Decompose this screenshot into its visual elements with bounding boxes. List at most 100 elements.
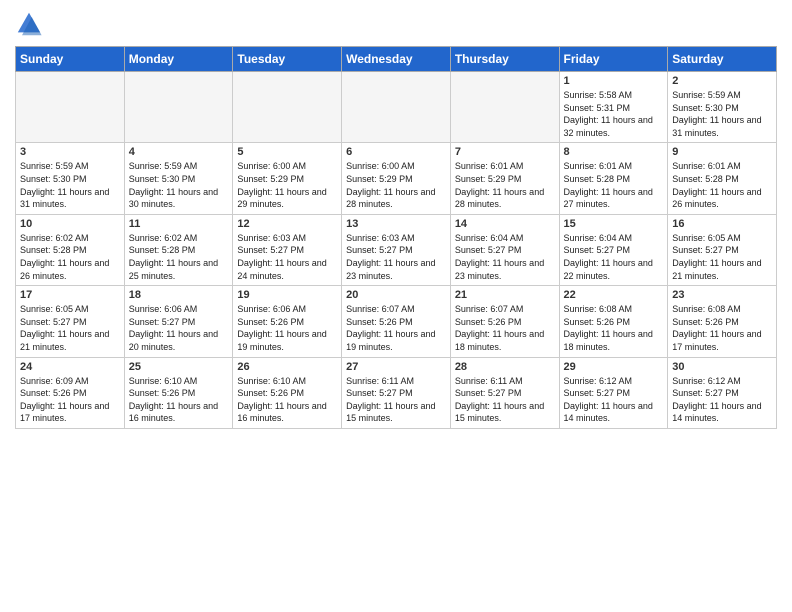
day-number: 22	[564, 289, 664, 301]
day-number: 26	[237, 361, 337, 373]
day-info: Sunrise: 6:06 AM Sunset: 5:26 PM Dayligh…	[237, 303, 337, 353]
day-info: Sunrise: 5:59 AM Sunset: 5:30 PM Dayligh…	[129, 160, 229, 210]
weekday-header-monday: Monday	[124, 47, 233, 72]
calendar-cell: 16 Sunrise: 6:05 AM Sunset: 5:27 PM Dayli…	[668, 214, 777, 285]
calendar-cell: 25 Sunrise: 6:10 AM Sunset: 5:26 PM Dayli…	[124, 357, 233, 428]
day-number: 28	[455, 361, 555, 373]
logo-icon	[15, 10, 43, 38]
day-info: Sunrise: 6:01 AM Sunset: 5:29 PM Dayligh…	[455, 160, 555, 210]
weekday-header-friday: Friday	[559, 47, 668, 72]
day-number: 11	[129, 218, 229, 230]
week-row-0: 1Sunrise: 5:58 AM Sunset: 5:31 PM Daylig…	[16, 72, 777, 143]
day-number: 9	[672, 146, 772, 158]
day-number: 12	[237, 218, 337, 230]
day-number: 8	[564, 146, 664, 158]
day-info: Sunrise: 6:04 AM Sunset: 5:27 PM Dayligh…	[455, 232, 555, 282]
calendar-cell	[342, 72, 451, 143]
calendar-table: SundayMondayTuesdayWednesdayThursdayFrid…	[15, 46, 777, 429]
weekday-header-row: SundayMondayTuesdayWednesdayThursdayFrid…	[16, 47, 777, 72]
calendar-cell: 10 Sunrise: 6:02 AM Sunset: 5:28 PM Dayli…	[16, 214, 125, 285]
calendar-cell: 9 Sunrise: 6:01 AM Sunset: 5:28 PM Daylig…	[668, 143, 777, 214]
day-info: Sunrise: 6:09 AM Sunset: 5:26 PM Dayligh…	[20, 375, 120, 425]
day-info: Sunrise: 6:10 AM Sunset: 5:26 PM Dayligh…	[237, 375, 337, 425]
calendar-cell: 30 Sunrise: 6:12 AM Sunset: 5:27 PM Dayli…	[668, 357, 777, 428]
day-info: Sunrise: 6:00 AM Sunset: 5:29 PM Dayligh…	[237, 160, 337, 210]
calendar-cell	[124, 72, 233, 143]
day-info: Sunrise: 5:58 AM Sunset: 5:31 PM Dayligh…	[564, 89, 664, 139]
calendar-cell: 27 Sunrise: 6:11 AM Sunset: 5:27 PM Dayli…	[342, 357, 451, 428]
calendar-cell: 29 Sunrise: 6:12 AM Sunset: 5:27 PM Dayli…	[559, 357, 668, 428]
calendar-cell	[16, 72, 125, 143]
day-number: 5	[237, 146, 337, 158]
calendar-cell: 17Sunrise: 6:05 AM Sunset: 5:27 PM Dayli…	[16, 286, 125, 357]
day-info: Sunrise: 6:12 AM Sunset: 5:27 PM Dayligh…	[672, 375, 772, 425]
day-info: Sunrise: 6:02 AM Sunset: 5:28 PM Dayligh…	[20, 232, 120, 282]
day-number: 27	[346, 361, 446, 373]
calendar-cell: 1Sunrise: 5:58 AM Sunset: 5:31 PM Daylig…	[559, 72, 668, 143]
day-info: Sunrise: 6:11 AM Sunset: 5:27 PM Dayligh…	[455, 375, 555, 425]
week-row-2: 10 Sunrise: 6:02 AM Sunset: 5:28 PM Dayli…	[16, 214, 777, 285]
calendar-cell: 26 Sunrise: 6:10 AM Sunset: 5:26 PM Dayli…	[233, 357, 342, 428]
day-info: Sunrise: 6:12 AM Sunset: 5:27 PM Dayligh…	[564, 375, 664, 425]
day-info: Sunrise: 6:10 AM Sunset: 5:26 PM Dayligh…	[129, 375, 229, 425]
day-info: Sunrise: 6:03 AM Sunset: 5:27 PM Dayligh…	[237, 232, 337, 282]
day-number: 19	[237, 289, 337, 301]
calendar-cell	[450, 72, 559, 143]
day-number: 21	[455, 289, 555, 301]
calendar-cell: 4 Sunrise: 5:59 AM Sunset: 5:30 PM Daylig…	[124, 143, 233, 214]
day-info: Sunrise: 6:02 AM Sunset: 5:28 PM Dayligh…	[129, 232, 229, 282]
weekday-header-sunday: Sunday	[16, 47, 125, 72]
week-row-4: 24Sunrise: 6:09 AM Sunset: 5:26 PM Dayli…	[16, 357, 777, 428]
day-number: 10	[20, 218, 120, 230]
week-row-1: 3 Sunrise: 5:59 AM Sunset: 5:30 PM Daylig…	[16, 143, 777, 214]
calendar-cell: 20 Sunrise: 6:07 AM Sunset: 5:26 PM Dayli…	[342, 286, 451, 357]
calendar-cell: 24Sunrise: 6:09 AM Sunset: 5:26 PM Dayli…	[16, 357, 125, 428]
day-number: 7	[455, 146, 555, 158]
day-info: Sunrise: 6:00 AM Sunset: 5:29 PM Dayligh…	[346, 160, 446, 210]
calendar-cell: 13Sunrise: 6:03 AM Sunset: 5:27 PM Dayli…	[342, 214, 451, 285]
calendar-cell: 23Sunrise: 6:08 AM Sunset: 5:26 PM Dayli…	[668, 286, 777, 357]
day-info: Sunrise: 6:07 AM Sunset: 5:26 PM Dayligh…	[346, 303, 446, 353]
page: SundayMondayTuesdayWednesdayThursdayFrid…	[0, 0, 792, 612]
day-number: 20	[346, 289, 446, 301]
day-info: Sunrise: 6:07 AM Sunset: 5:26 PM Dayligh…	[455, 303, 555, 353]
day-number: 16	[672, 218, 772, 230]
day-info: Sunrise: 5:59 AM Sunset: 5:30 PM Dayligh…	[672, 89, 772, 139]
day-number: 29	[564, 361, 664, 373]
day-info: Sunrise: 5:59 AM Sunset: 5:30 PM Dayligh…	[20, 160, 120, 210]
day-number: 23	[672, 289, 772, 301]
day-info: Sunrise: 6:01 AM Sunset: 5:28 PM Dayligh…	[672, 160, 772, 210]
calendar-cell: 12 Sunrise: 6:03 AM Sunset: 5:27 PM Dayli…	[233, 214, 342, 285]
day-info: Sunrise: 6:08 AM Sunset: 5:26 PM Dayligh…	[564, 303, 664, 353]
calendar-cell: 14 Sunrise: 6:04 AM Sunset: 5:27 PM Dayli…	[450, 214, 559, 285]
day-number: 25	[129, 361, 229, 373]
day-info: Sunrise: 6:11 AM Sunset: 5:27 PM Dayligh…	[346, 375, 446, 425]
calendar-cell: 3 Sunrise: 5:59 AM Sunset: 5:30 PM Daylig…	[16, 143, 125, 214]
day-number: 30	[672, 361, 772, 373]
calendar-cell	[233, 72, 342, 143]
day-number: 3	[20, 146, 120, 158]
weekday-header-saturday: Saturday	[668, 47, 777, 72]
logo	[15, 10, 47, 38]
day-number: 2	[672, 75, 772, 87]
day-info: Sunrise: 6:05 AM Sunset: 5:27 PM Dayligh…	[672, 232, 772, 282]
day-number: 6	[346, 146, 446, 158]
day-info: Sunrise: 6:03 AM Sunset: 5:27 PM Dayligh…	[346, 232, 446, 282]
day-number: 4	[129, 146, 229, 158]
calendar-cell: 19 Sunrise: 6:06 AM Sunset: 5:26 PM Dayli…	[233, 286, 342, 357]
day-number: 15	[564, 218, 664, 230]
header	[15, 10, 777, 38]
calendar-cell: 18Sunrise: 6:06 AM Sunset: 5:27 PM Dayli…	[124, 286, 233, 357]
week-row-3: 17Sunrise: 6:05 AM Sunset: 5:27 PM Dayli…	[16, 286, 777, 357]
day-info: Sunrise: 6:04 AM Sunset: 5:27 PM Dayligh…	[564, 232, 664, 282]
day-info: Sunrise: 6:01 AM Sunset: 5:28 PM Dayligh…	[564, 160, 664, 210]
calendar-cell: 5 Sunrise: 6:00 AM Sunset: 5:29 PM Daylig…	[233, 143, 342, 214]
day-info: Sunrise: 6:05 AM Sunset: 5:27 PM Dayligh…	[20, 303, 120, 353]
day-number: 14	[455, 218, 555, 230]
calendar-cell: 6 Sunrise: 6:00 AM Sunset: 5:29 PM Daylig…	[342, 143, 451, 214]
calendar-cell: 21 Sunrise: 6:07 AM Sunset: 5:26 PM Dayli…	[450, 286, 559, 357]
calendar-cell: 2 Sunrise: 5:59 AM Sunset: 5:30 PM Daylig…	[668, 72, 777, 143]
weekday-header-wednesday: Wednesday	[342, 47, 451, 72]
weekday-header-thursday: Thursday	[450, 47, 559, 72]
weekday-header-tuesday: Tuesday	[233, 47, 342, 72]
